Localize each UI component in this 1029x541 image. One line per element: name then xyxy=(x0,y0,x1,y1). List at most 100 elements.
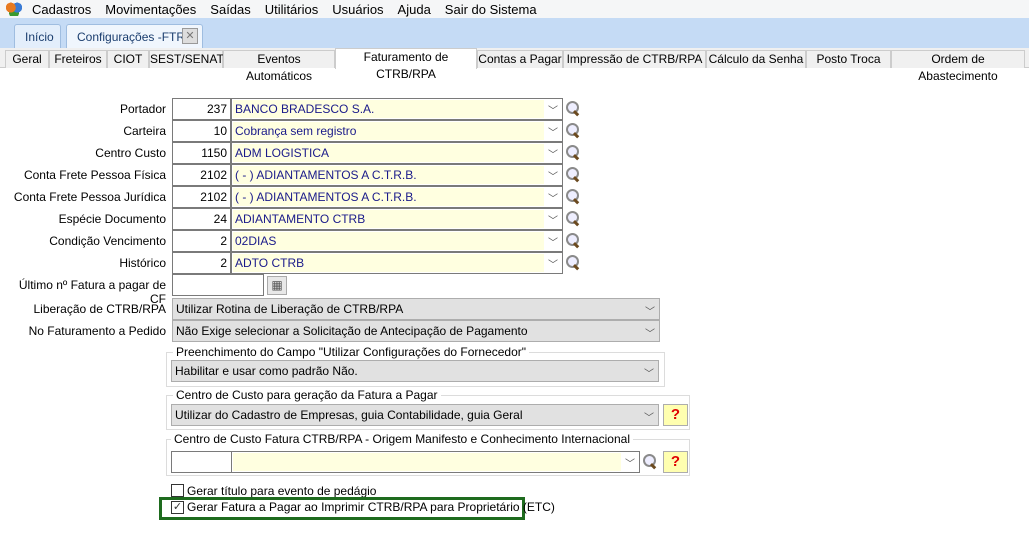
subtab-ordem-abastecimento[interactable]: Ordem de Abastecimento xyxy=(891,50,1025,83)
lookup-desc-combo[interactable]: ( - ) ADIANTAMENTOS A C.T.R.B. ﹀ xyxy=(231,186,563,208)
checkbox-gerar-fatura[interactable]: ✓ xyxy=(171,501,184,514)
lookup-code-input[interactable]: 237 xyxy=(172,98,231,120)
search-icon[interactable] xyxy=(642,453,658,469)
main-tab-strip: Início Configurações -FTR ✕ xyxy=(0,18,1029,48)
subtab-faturamento[interactable]: Faturamento de CTRB/RPA xyxy=(335,48,477,81)
search-icon[interactable] xyxy=(565,144,581,160)
combo-value xyxy=(233,453,621,471)
menu-usuarios[interactable]: Usuários xyxy=(325,2,390,17)
group-internacional-legend: Centro de Custo Fatura CTRB/RPA - Origem… xyxy=(171,432,633,446)
no-faturamento-select[interactable]: Não Exige selecionar a Solicitação de An… xyxy=(172,320,660,342)
lookup-desc-combo[interactable]: ADTO CTRB ﹀ xyxy=(231,252,563,274)
help-button[interactable]: ? xyxy=(663,451,688,473)
lookup-desc-combo[interactable]: Cobrança sem registro ﹀ xyxy=(231,120,563,142)
menu-sair[interactable]: Sair do Sistema xyxy=(438,2,544,17)
preenchimento-select[interactable]: Habilitar e usar como padrão Não. ﹀ xyxy=(171,360,659,382)
lookup-label: Histórico xyxy=(119,256,166,270)
internacional-code-input[interactable] xyxy=(171,451,232,473)
lookup-code-input[interactable]: 2 xyxy=(172,230,231,252)
chevron-down-icon: ﹀ xyxy=(548,172,558,183)
tab-inicio[interactable]: Início xyxy=(14,24,61,48)
lookup-code-input[interactable]: 1150 xyxy=(172,142,231,164)
liberacao-label: Liberação de CTRB/RPA xyxy=(33,302,166,316)
close-tab-icon[interactable]: ✕ xyxy=(182,28,198,44)
group-preenchimento-legend: Preenchimento do Campo "Utilizar Configu… xyxy=(173,345,530,359)
lookup-code-input[interactable]: 2 xyxy=(172,252,231,274)
tab-label: Configurações -FTR xyxy=(77,30,186,44)
subtab-geral[interactable]: Geral xyxy=(5,50,49,68)
search-icon[interactable] xyxy=(565,100,581,116)
lookup-code-input[interactable]: 10 xyxy=(172,120,231,142)
lookup-label: Condição Vencimento xyxy=(49,234,166,248)
checkbox-pedagio[interactable] xyxy=(171,484,184,497)
combo-value: 02DIAS xyxy=(233,232,544,250)
lookup-label: Conta Frete Pessoa Física xyxy=(23,168,166,182)
chevron-down-icon: ﹀ xyxy=(625,459,635,470)
menu-saidas[interactable]: Saídas xyxy=(203,2,257,17)
chevron-down-icon: ﹀ xyxy=(548,238,558,249)
chevron-down-icon: ﹀ xyxy=(548,150,558,161)
combo-value: ADM LOGISTICA xyxy=(233,144,544,162)
chevron-down-icon: ﹀ xyxy=(548,260,558,271)
lookup-label: Espécie Documento xyxy=(58,212,166,226)
chevron-down-icon: ﹀ xyxy=(644,369,654,380)
lookup-desc-combo[interactable]: ADIANTAMENTO CTRB ﹀ xyxy=(231,208,563,230)
chevron-down-icon: ﹀ xyxy=(548,106,558,117)
combo-value: Cobrança sem registro xyxy=(233,122,544,140)
subtab-contas-pagar[interactable]: Contas a Pagar xyxy=(477,50,563,68)
menu-utilitarios[interactable]: Utilitários xyxy=(258,2,325,17)
checkbox-gerar-fatura-label: Gerar Fatura a Pagar ao Imprimir CTRB/RP… xyxy=(187,500,555,514)
app-logo-icon xyxy=(6,2,22,16)
tab-label: Início xyxy=(25,30,54,44)
combo-value: ( - ) ADIANTAMENTOS A C.T.R.B. xyxy=(233,166,544,184)
search-icon[interactable] xyxy=(565,166,581,182)
lookup-desc-combo[interactable]: BANCO BRADESCO S.A. ﹀ xyxy=(231,98,563,120)
subtab-impressao[interactable]: Impressão de CTRB/RPA xyxy=(563,50,706,68)
menu-bar: Cadastros Movimentações Saídas Utilitári… xyxy=(0,0,1029,18)
subtab-freteiros[interactable]: Freteiros xyxy=(49,50,107,68)
centro-custo-select[interactable]: Utilizar do Cadastro de Empresas, guia C… xyxy=(171,404,659,426)
search-icon[interactable] xyxy=(565,232,581,248)
sub-tab-bar: Geral Freteiros CIOT SEST/SENAT Eventos … xyxy=(0,48,1029,83)
search-icon[interactable] xyxy=(565,254,581,270)
combo-value: ADIANTAMENTO CTRB xyxy=(233,210,544,228)
subtab-eventos[interactable]: Eventos Automáticos xyxy=(223,50,335,83)
lookup-code-input[interactable]: 24 xyxy=(172,208,231,230)
search-icon[interactable] xyxy=(565,188,581,204)
combo-value: BANCO BRADESCO S.A. xyxy=(233,100,544,118)
select-value: Utilizar do Cadastro de Empresas, guia C… xyxy=(175,408,523,422)
chevron-down-icon: ﹀ xyxy=(645,329,655,340)
combo-value: ( - ) ADIANTAMENTOS A C.T.R.B. xyxy=(233,188,544,206)
chevron-down-icon: ﹀ xyxy=(644,413,654,424)
lookup-desc-combo[interactable]: 02DIAS ﹀ xyxy=(231,230,563,252)
subtab-calculo-senha[interactable]: Cálculo da Senha xyxy=(706,50,806,68)
liberacao-select[interactable]: Utilizar Rotina de Liberação de CTRB/RPA… xyxy=(172,298,660,320)
tab-configuracoes-ftr[interactable]: Configurações -FTR ✕ xyxy=(66,24,203,48)
chevron-down-icon: ﹀ xyxy=(548,194,558,205)
lookup-desc-combo[interactable]: ( - ) ADIANTAMENTOS A C.T.R.B. ﹀ xyxy=(231,164,563,186)
chevron-down-icon: ﹀ xyxy=(548,128,558,139)
lookup-label: Portador xyxy=(119,102,166,116)
select-value: Não Exige selecionar a Solicitação de An… xyxy=(176,324,528,338)
lookup-label: Carteira xyxy=(123,124,166,138)
search-icon[interactable] xyxy=(565,122,581,138)
lookup-code-input[interactable]: 2102 xyxy=(172,186,231,208)
select-value: Utilizar Rotina de Liberação de CTRB/RPA xyxy=(176,302,404,316)
lookup-desc-combo[interactable]: ADM LOGISTICA ﹀ xyxy=(231,142,563,164)
lookup-label: Conta Frete Pessoa Jurídica xyxy=(13,190,166,204)
menu-ajuda[interactable]: Ajuda xyxy=(391,2,438,17)
menu-cadastros[interactable]: Cadastros xyxy=(25,2,98,17)
menu-movimentacoes[interactable]: Movimentações xyxy=(98,2,203,17)
combo-value: ADTO CTRB xyxy=(233,254,544,272)
search-icon[interactable] xyxy=(565,210,581,226)
subtab-sest-senat[interactable]: SEST/SENAT xyxy=(149,50,224,68)
internacional-desc-combo[interactable]: ﹀ xyxy=(231,451,640,473)
chevron-down-icon: ﹀ xyxy=(548,216,558,227)
subtab-posto-troca[interactable]: Posto Troca xyxy=(806,50,891,68)
checkbox-pedagio-label: Gerar título para evento de pedágio xyxy=(187,484,377,498)
calculator-icon[interactable]: ▦ xyxy=(267,276,287,295)
ultimo-input[interactable] xyxy=(172,274,264,296)
subtab-ciot[interactable]: CIOT xyxy=(107,50,149,68)
lookup-code-input[interactable]: 2102 xyxy=(172,164,231,186)
help-button[interactable]: ? xyxy=(663,404,688,426)
